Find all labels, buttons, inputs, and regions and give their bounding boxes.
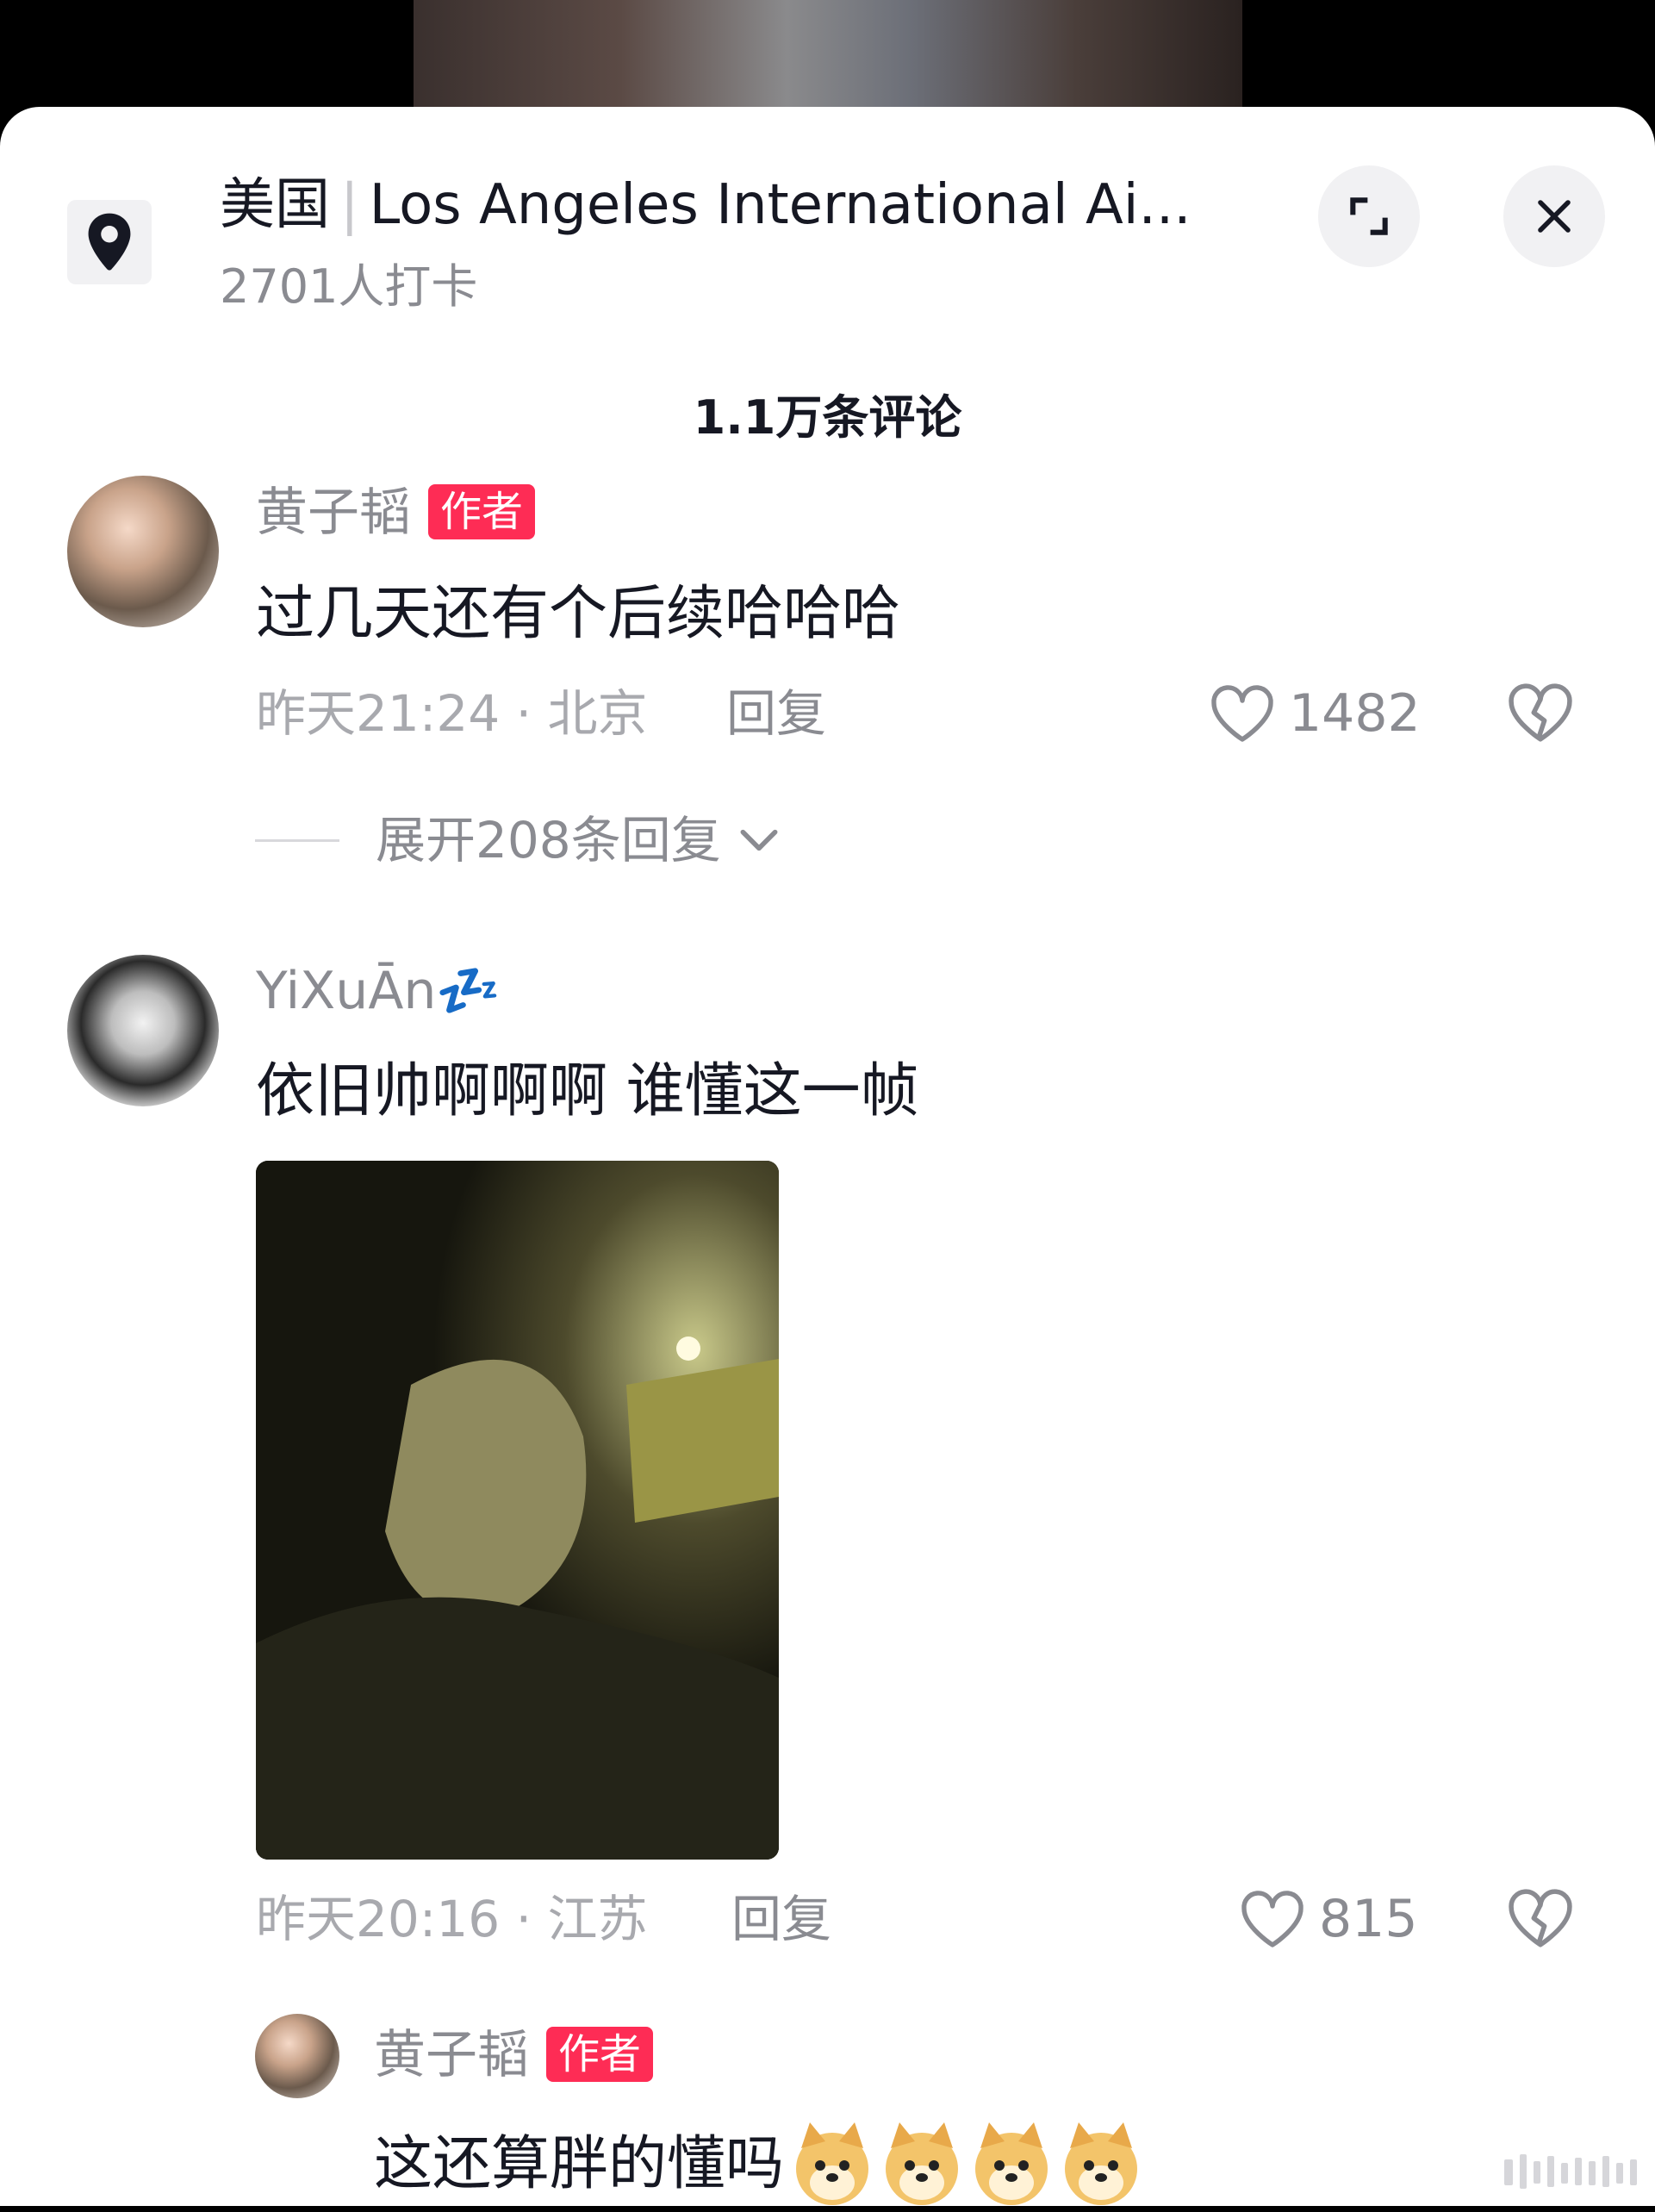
dislike-button[interactable] (1506, 1886, 1575, 1953)
comment-text: 依旧帅啊啊啊 谁懂这一帧 (256, 1057, 919, 1125)
location-pin-icon (88, 213, 131, 271)
comment-image-content (256, 1161, 779, 1860)
dog-emoji-icon (787, 2117, 1149, 2212)
reply-username[interactable]: 黄子韬 作者 (374, 2021, 654, 2090)
avatar[interactable] (255, 2014, 339, 2098)
divider-line (255, 838, 339, 842)
like-count: 1482 (1289, 683, 1421, 744)
comment-time-location: 昨天20:16 · 江苏 (256, 1890, 648, 1948)
username-text: 黄子韬 (256, 483, 411, 543)
comment-text: 过几天还有个后续哈哈哈 (256, 580, 901, 648)
heart-icon (1241, 1891, 1303, 1947)
video-preview-area (0, 0, 1655, 121)
checkin-count: 2701人打卡 (220, 259, 478, 314)
like-button[interactable]: 1482 (1208, 679, 1421, 748)
location-title[interactable]: 美国 | Los Angeles International Ai... (220, 171, 1254, 240)
chevron-down-icon (740, 829, 778, 851)
avatar[interactable] (67, 955, 219, 1106)
expand-replies-button[interactable]: 展开208条回复 (255, 806, 783, 875)
expand-icon (1350, 197, 1388, 235)
comment-time-location: 昨天21:24 · 北京 (256, 684, 648, 743)
comment-username[interactable]: YiXuĀn💤 (256, 956, 501, 1025)
reply-button[interactable]: 回复 (731, 1885, 831, 1953)
location-country: 美国 (220, 173, 330, 237)
comments-count-header: 1.1万条评论 (693, 390, 962, 445)
comment-image[interactable] (256, 1161, 779, 1860)
heart-icon (1211, 685, 1273, 742)
location-place: Los Angeles International Ai... (369, 173, 1191, 237)
avatar[interactable] (67, 476, 219, 627)
location-icon-box[interactable] (67, 200, 152, 284)
dislike-button[interactable] (1506, 681, 1575, 748)
comment-username[interactable]: 黄子韬 作者 (256, 478, 536, 547)
like-button[interactable]: 815 (1238, 1885, 1418, 1953)
username-text: 黄子韬 (374, 2025, 529, 2085)
reply-button[interactable]: 回复 (726, 679, 826, 748)
author-badge: 作者 (546, 2027, 654, 2083)
reply-text: 这还算胖的懂吗 (374, 2130, 785, 2198)
like-count: 815 (1319, 1889, 1418, 1949)
expand-replies-label: 展开208条回复 (376, 811, 721, 869)
close-button[interactable] (1503, 165, 1605, 267)
watermark (1499, 2146, 1646, 2197)
reply-text-row: 这还算胖的懂吗 (374, 2117, 1149, 2212)
close-icon (1538, 200, 1571, 233)
video-thumbnail[interactable] (414, 0, 1242, 121)
expand-button[interactable] (1318, 165, 1420, 267)
author-badge: 作者 (428, 484, 536, 540)
broken-heart-icon (1509, 1889, 1572, 1947)
broken-heart-icon (1509, 683, 1572, 742)
title-separator: | (340, 173, 359, 237)
